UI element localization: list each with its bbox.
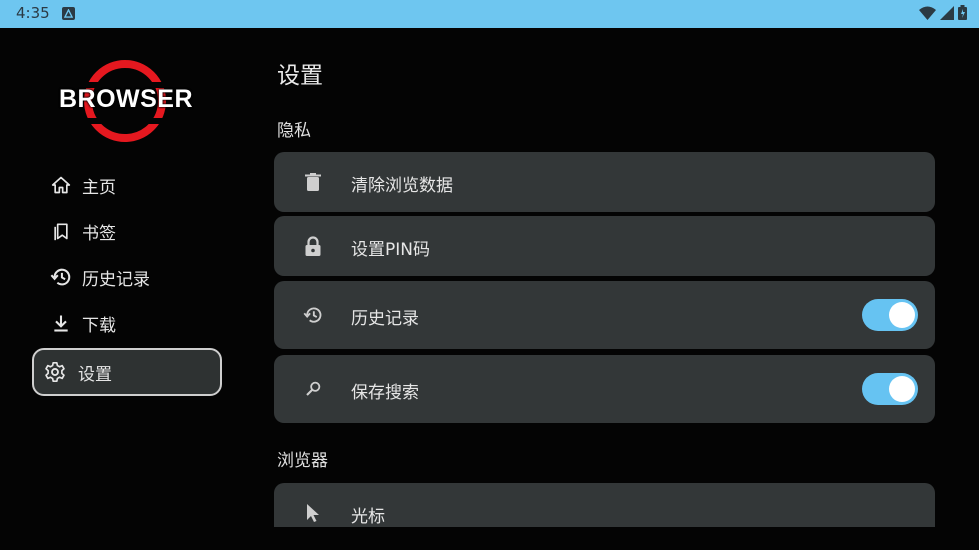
history-icon	[302, 304, 324, 326]
setting-label: 保存搜索	[351, 383, 419, 403]
setting-cursor[interactable]: 光标	[274, 483, 935, 527]
trash-icon	[302, 171, 324, 193]
history-toggle[interactable]	[862, 299, 918, 331]
setting-label: 历史记录	[351, 309, 419, 329]
setting-set-pin[interactable]: 设置PIN码	[274, 216, 935, 276]
sidebar-nav: 主页 书签 历史记录 下载 设置	[32, 162, 222, 396]
page-title: 设置	[277, 63, 323, 89]
history-icon	[50, 266, 72, 288]
sidebar-item-label: 书签	[82, 223, 116, 244]
status-time: 4:35	[16, 4, 50, 22]
sidebar-item-label: 设置	[78, 364, 112, 385]
setting-clear-browsing-data[interactable]: 清除浏览数据	[274, 152, 935, 212]
notification-icon	[62, 7, 75, 20]
settings-panel: 设置 隐私 清除浏览数据 设置PIN码 历史记录 保存搜索 浏览器 光标	[274, 28, 936, 527]
sidebar-item-label: 历史记录	[82, 269, 150, 290]
setting-label: 光标	[351, 507, 385, 527]
section-title-privacy: 隐私	[277, 121, 311, 141]
app-window: BROWSER 主页 书签 历史记录 下载 设置 设置 隐私 清除浏览数据 设置…	[0, 28, 979, 550]
sidebar-item-label: 主页	[82, 177, 116, 198]
download-icon	[50, 312, 72, 334]
bookmarks-icon	[50, 220, 72, 242]
sidebar-item-label: 下载	[82, 315, 116, 336]
status-bar: 4:35	[0, 0, 979, 28]
logo-text: BROWSER	[58, 85, 194, 113]
lock-icon	[302, 235, 324, 257]
signal-icon	[940, 5, 954, 24]
browser-logo: BROWSER	[54, 58, 198, 142]
wifi-icon	[919, 5, 936, 24]
battery-icon	[958, 4, 967, 24]
setting-save-searches[interactable]: 保存搜索	[274, 355, 935, 423]
save-searches-toggle[interactable]	[862, 373, 918, 405]
section-title-browser: 浏览器	[277, 451, 328, 471]
sidebar-item-settings[interactable]: 设置	[32, 348, 222, 396]
setting-label: 设置PIN码	[351, 240, 430, 260]
toggle-knob	[889, 302, 915, 328]
setting-label: 清除浏览数据	[351, 176, 453, 196]
gear-icon	[44, 361, 66, 383]
sidebar-item-bookmarks[interactable]: 书签	[32, 208, 222, 254]
sidebar-item-home[interactable]: 主页	[32, 162, 222, 208]
sidebar-item-history[interactable]: 历史记录	[32, 254, 222, 300]
toggle-knob	[889, 376, 915, 402]
cursor-icon	[302, 502, 324, 524]
setting-history[interactable]: 历史记录	[274, 281, 935, 349]
search-icon	[302, 378, 324, 400]
home-icon	[50, 174, 72, 196]
sidebar-item-downloads[interactable]: 下载	[32, 300, 222, 346]
